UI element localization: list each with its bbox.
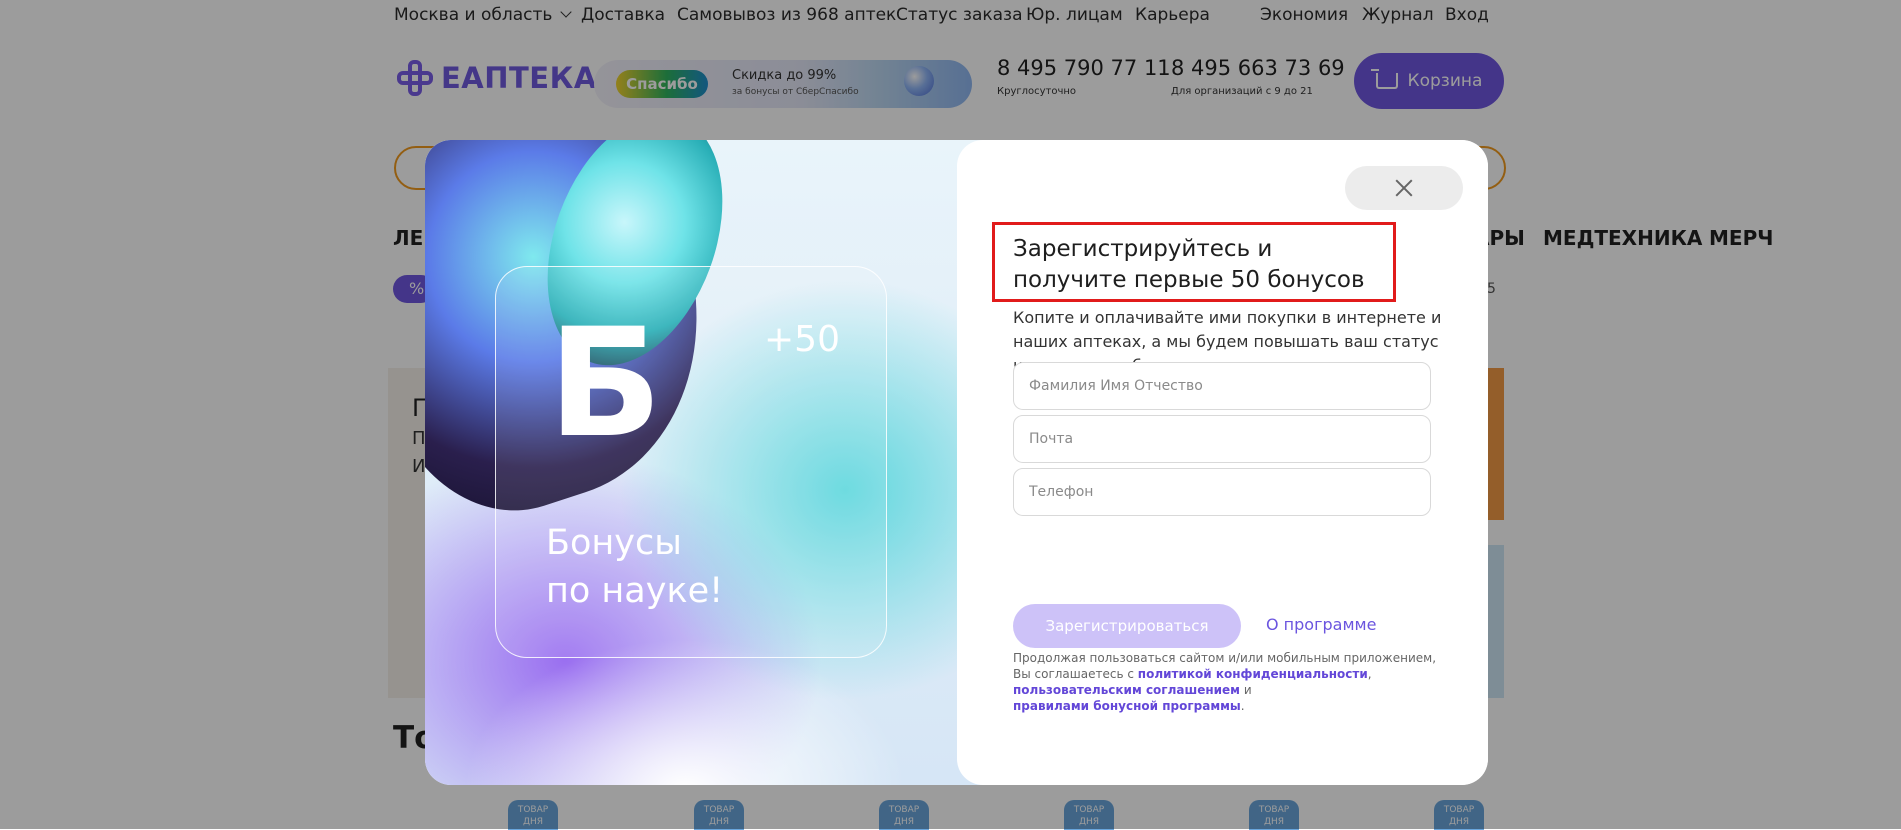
legal-end: . (1240, 699, 1245, 713)
legal-notice: Продолжая пользоваться сайтом и/или моби… (1013, 650, 1443, 714)
registration-modal: Б +50 Бонусы по науке! Зарегистрируйтесь… (425, 140, 1488, 785)
registration-form: Зарегистрируйтесь и получите первые 50 б… (957, 140, 1488, 785)
phone-field[interactable] (1013, 468, 1431, 516)
bonus-caption: Бонусы по науке! (546, 519, 723, 615)
bonus-card: Б +50 Бонусы по науке! (495, 266, 887, 658)
full-name-field[interactable] (1013, 362, 1431, 410)
bonus-caption-line: по науке! (546, 571, 724, 611)
bonus-letter: Б (548, 297, 663, 471)
bonus-amount: +50 (764, 319, 840, 360)
register-button[interactable]: Зарегистрироваться (1013, 604, 1241, 648)
close-icon (1395, 179, 1413, 197)
bonus-rules-link[interactable]: правилами бонусной программы (1013, 699, 1241, 713)
email-field[interactable] (1013, 415, 1431, 463)
about-program-link[interactable]: О программе (1266, 615, 1376, 634)
modal-title: Зарегистрируйтесь и получите первые 50 б… (1013, 236, 1365, 293)
privacy-policy-link[interactable]: политикой конфиденциальности (1138, 667, 1368, 681)
legal-separator: , (1367, 667, 1372, 681)
bonus-caption-line: Бонусы (546, 523, 682, 563)
legal-separator: и (1240, 683, 1252, 697)
bonus-artwork: Б +50 Бонусы по науке! (425, 140, 985, 785)
close-button[interactable] (1345, 166, 1463, 210)
user-agreement-link[interactable]: пользовательским соглашением (1013, 683, 1240, 697)
